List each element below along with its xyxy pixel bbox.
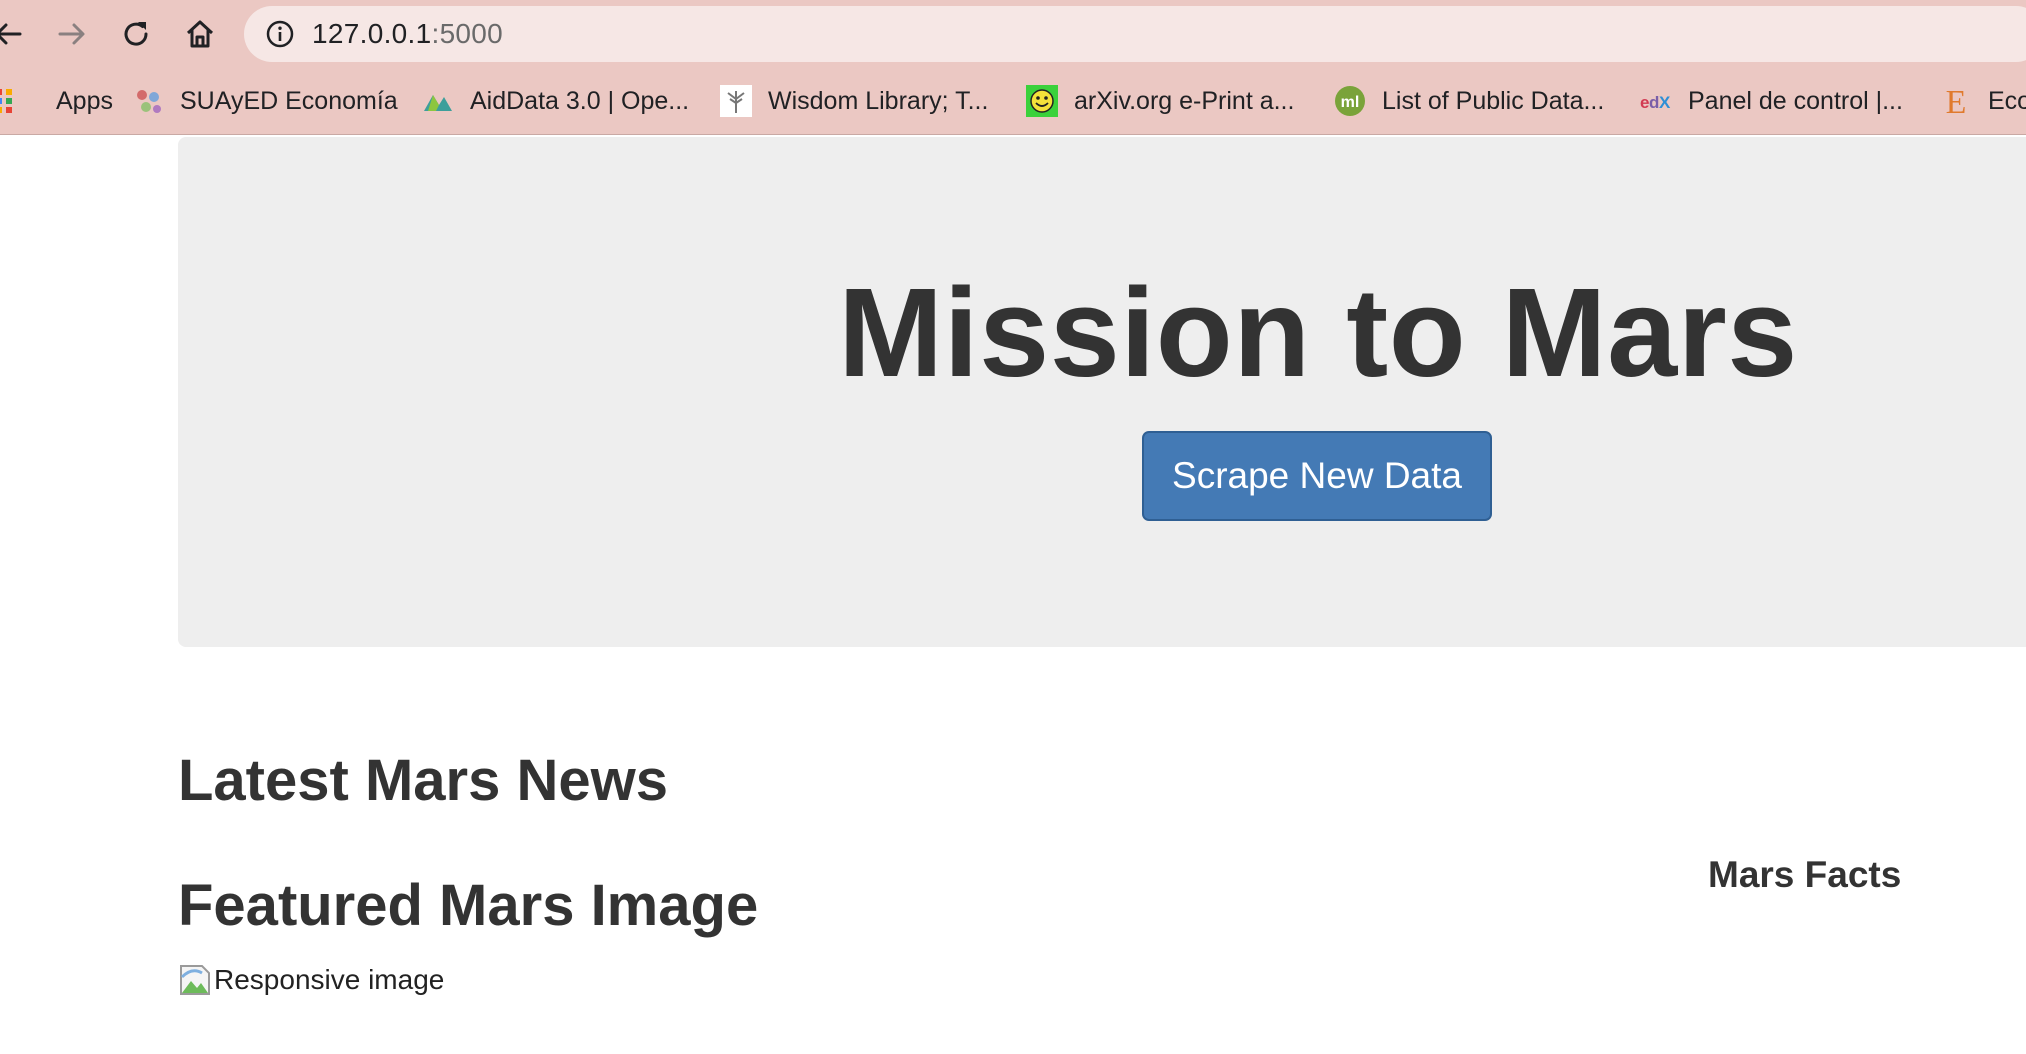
- bookmark-arxiv[interactable]: arXiv.org e-Print a...: [1026, 68, 1294, 134]
- broken-image-icon: [180, 965, 210, 995]
- bookmark-label: arXiv.org e-Print a...: [1074, 86, 1295, 115]
- bookmark-eco[interactable]: E Eco: [1940, 68, 2026, 134]
- address-bar[interactable]: 127.0.0.1:5000: [244, 6, 2026, 62]
- svg-text:ml: ml: [1341, 94, 1360, 111]
- aiddata-icon: [424, 95, 452, 111]
- bookmark-label: SUAyED Economía: [180, 86, 398, 115]
- page-title: Mission to Mars: [838, 262, 1798, 403]
- bookmark-label: AidData 3.0 | Ope...: [470, 86, 690, 115]
- forward-arrow-icon: [58, 23, 85, 45]
- latest-news-heading: Latest Mars News: [178, 748, 668, 813]
- wisdom-library-icon: [720, 85, 752, 117]
- bookmark-label: Apps: [56, 86, 113, 115]
- url-port: :5000: [431, 18, 504, 49]
- bookmark-public-data[interactable]: ml List of Public Data...: [1334, 68, 1604, 134]
- eco-icon: E: [1946, 85, 1967, 117]
- bookmark-aiddata[interactable]: AidData 3.0 | Ope...: [422, 68, 689, 134]
- featured-image[interactable]: Responsive image: [178, 960, 444, 1000]
- svg-text:X: X: [1659, 93, 1671, 112]
- mars-facts-heading: Mars Facts: [1708, 854, 1902, 895]
- bookmark-suayed[interactable]: SUAyED Economía: [132, 68, 398, 134]
- forward-button[interactable]: [52, 14, 92, 54]
- apps-grid-icon: [0, 89, 12, 113]
- url-text[interactable]: 127.0.0.1:5000: [312, 6, 503, 62]
- svg-text:d: d: [1649, 93, 1659, 112]
- ml-icon: ml: [1335, 86, 1365, 116]
- browser-toolbar: 127.0.0.1:5000: [0, 0, 2026, 68]
- bookmark-label: Eco: [1988, 86, 2026, 115]
- arxiv-icon: [1026, 85, 1058, 117]
- bookmark-label: List of Public Data...: [1382, 86, 1605, 115]
- bookmark-label: Panel de control |...: [1688, 86, 1903, 115]
- scrape-new-data-button[interactable]: Scrape New Data: [1142, 431, 1492, 521]
- home-icon: [186, 20, 214, 48]
- svg-text:E: E: [1946, 85, 1967, 117]
- bookmark-apps[interactable]: Apps: [0, 68, 113, 134]
- image-alt-text: Responsive image: [214, 964, 445, 995]
- bookmark-edx[interactable]: e d X Panel de control |...: [1640, 68, 1903, 134]
- suayed-icon: [137, 90, 161, 113]
- bookmark-wisdom-library[interactable]: Wisdom Library; T...: [720, 68, 988, 134]
- edx-icon: e d X: [1640, 93, 1671, 112]
- back-button[interactable]: [0, 14, 28, 54]
- url-host: 127.0.0.1: [312, 18, 432, 49]
- back-arrow-icon: [0, 23, 22, 45]
- reload-icon: [124, 22, 148, 46]
- featured-image-heading: Featured Mars Image: [178, 873, 759, 938]
- reload-button[interactable]: [116, 14, 156, 54]
- bookmark-label: Wisdom Library; T...: [768, 86, 989, 115]
- site-info-icon[interactable]: [266, 20, 294, 48]
- home-button[interactable]: [180, 14, 220, 54]
- bookmarks-bar: Apps SUAyED Economía AidData 3.0 | Ope..…: [0, 68, 2026, 135]
